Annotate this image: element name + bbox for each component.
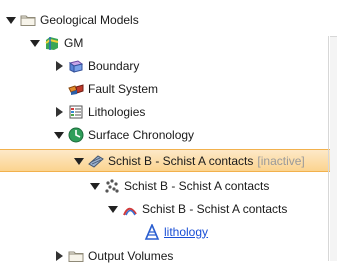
expand-arrow-icon[interactable]: [90, 181, 100, 191]
lithology-link[interactable]: lithology: [164, 224, 208, 240]
tree-item-label: Geological Models: [40, 12, 139, 27]
expand-arrow-icon[interactable]: [30, 38, 40, 48]
inactive-status-label: [inactive]: [257, 153, 305, 168]
tree-item-contact-points[interactable]: Schist B - Schist A contacts: [0, 174, 337, 197]
tree-item-gm[interactable]: GM: [0, 31, 337, 54]
side-panel-edge: [330, 36, 337, 261]
expand-arrow-icon[interactable]: [108, 204, 118, 214]
contact-lines-icon: [122, 201, 138, 217]
folder-icon: [68, 248, 84, 264]
tree-item-geological-models[interactable]: Geological Models: [0, 8, 337, 31]
tree-item-label: Output Volumes: [88, 248, 174, 263]
project-tree: Geological Models GM Boundary Fault Syst…: [0, 0, 337, 263]
tree-item-lithologies[interactable]: Lithologies: [0, 100, 337, 123]
panel-divider-top: [330, 36, 337, 37]
collapse-arrow-icon[interactable]: [54, 60, 64, 71]
contact-points-icon: [104, 178, 120, 194]
contact-surface-icon: [88, 153, 104, 169]
collapse-arrow-icon[interactable]: [54, 106, 64, 117]
expand-arrow-icon[interactable]: [74, 156, 84, 166]
lithologies-icon: [68, 104, 84, 120]
tree-item-label: Boundary: [88, 58, 140, 73]
tree-item-label: GM: [64, 35, 84, 50]
tree-item-label: Surface Chronology: [88, 127, 195, 142]
boundary-icon: [68, 58, 84, 74]
tree-item-label: Schist B - Schist A contacts: [108, 153, 254, 168]
tree-item-boundary[interactable]: Boundary: [0, 54, 337, 77]
expand-arrow-icon[interactable]: [6, 15, 16, 25]
surface-chronology-icon: [68, 127, 84, 143]
tree-item-contact-surface[interactable]: Schist B - Schist A contacts [inactive]: [0, 149, 337, 172]
panel-divider: [328, 36, 329, 261]
tree-item-output-volumes[interactable]: Output Volumes: [0, 244, 337, 267]
fault-system-icon: [68, 81, 84, 97]
geological-model-icon: [44, 35, 60, 51]
tree-item-label: Schist B - Schist A contacts: [142, 201, 288, 216]
tree-item-contact-lines[interactable]: Schist B - Schist A contacts: [0, 197, 337, 220]
tree-item-surface-chronology[interactable]: Surface Chronology: [0, 123, 337, 146]
tree-item-label: Schist B - Schist A contacts: [124, 178, 270, 193]
lithology-icon: [144, 222, 160, 240]
tree-item-fault-system[interactable]: Fault System: [0, 77, 337, 100]
collapse-arrow-icon[interactable]: [54, 250, 64, 261]
folder-icon: [20, 12, 36, 28]
expand-arrow-icon[interactable]: [54, 130, 64, 140]
tree-item-lithology[interactable]: lithology: [0, 220, 337, 243]
tree-item-label: Fault System: [88, 81, 159, 96]
tree-item-label: Lithologies: [88, 104, 146, 119]
